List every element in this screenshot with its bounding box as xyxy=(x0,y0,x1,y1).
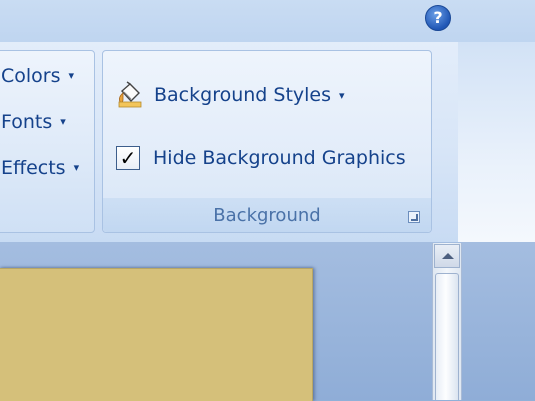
theme-effects-label: Effects xyxy=(1,157,66,179)
chevron-down-icon: ▾ xyxy=(73,161,80,174)
chevron-down-icon: ▾ xyxy=(68,69,75,82)
ribbon-right-area xyxy=(458,42,535,242)
dialog-launcher-icon[interactable] xyxy=(408,211,420,223)
theme-colors-button[interactable]: Colors ▾ xyxy=(1,65,74,87)
theme-fonts-button[interactable]: Fonts ▾ xyxy=(1,111,66,133)
help-button[interactable]: ? xyxy=(425,5,451,31)
checkbox-checked-icon[interactable]: ✓ xyxy=(116,146,140,170)
theme-fonts-label: Fonts xyxy=(1,111,53,133)
title-bar-strip xyxy=(0,0,535,42)
hide-background-graphics-checkbox[interactable]: ✓ Hide Background Graphics xyxy=(116,140,406,176)
chevron-down-icon: ▾ xyxy=(60,115,66,128)
paint-bucket-icon xyxy=(116,81,144,109)
theme-colors-label: Colors xyxy=(1,65,61,87)
background-styles-label: Background Styles xyxy=(154,84,332,106)
scroll-up-arrow-icon[interactable] xyxy=(434,244,460,268)
vertical-scrollbar[interactable] xyxy=(432,243,462,400)
themes-group: Colors ▾ Fonts ▾ Effects ▾ xyxy=(0,50,95,233)
theme-effects-button[interactable]: Effects ▾ xyxy=(1,157,79,179)
background-group: Background Styles ▾ ✓ Hide Background Gr… xyxy=(102,50,432,233)
help-icon: ? xyxy=(433,8,443,27)
chevron-down-icon: ▾ xyxy=(339,88,345,102)
scrollbar-thumb[interactable] xyxy=(435,273,459,400)
hide-background-graphics-label: Hide Background Graphics xyxy=(153,147,406,169)
background-styles-button[interactable]: Background Styles ▾ xyxy=(116,77,345,113)
slide-canvas[interactable] xyxy=(0,268,313,401)
background-group-label: Background xyxy=(213,205,321,226)
